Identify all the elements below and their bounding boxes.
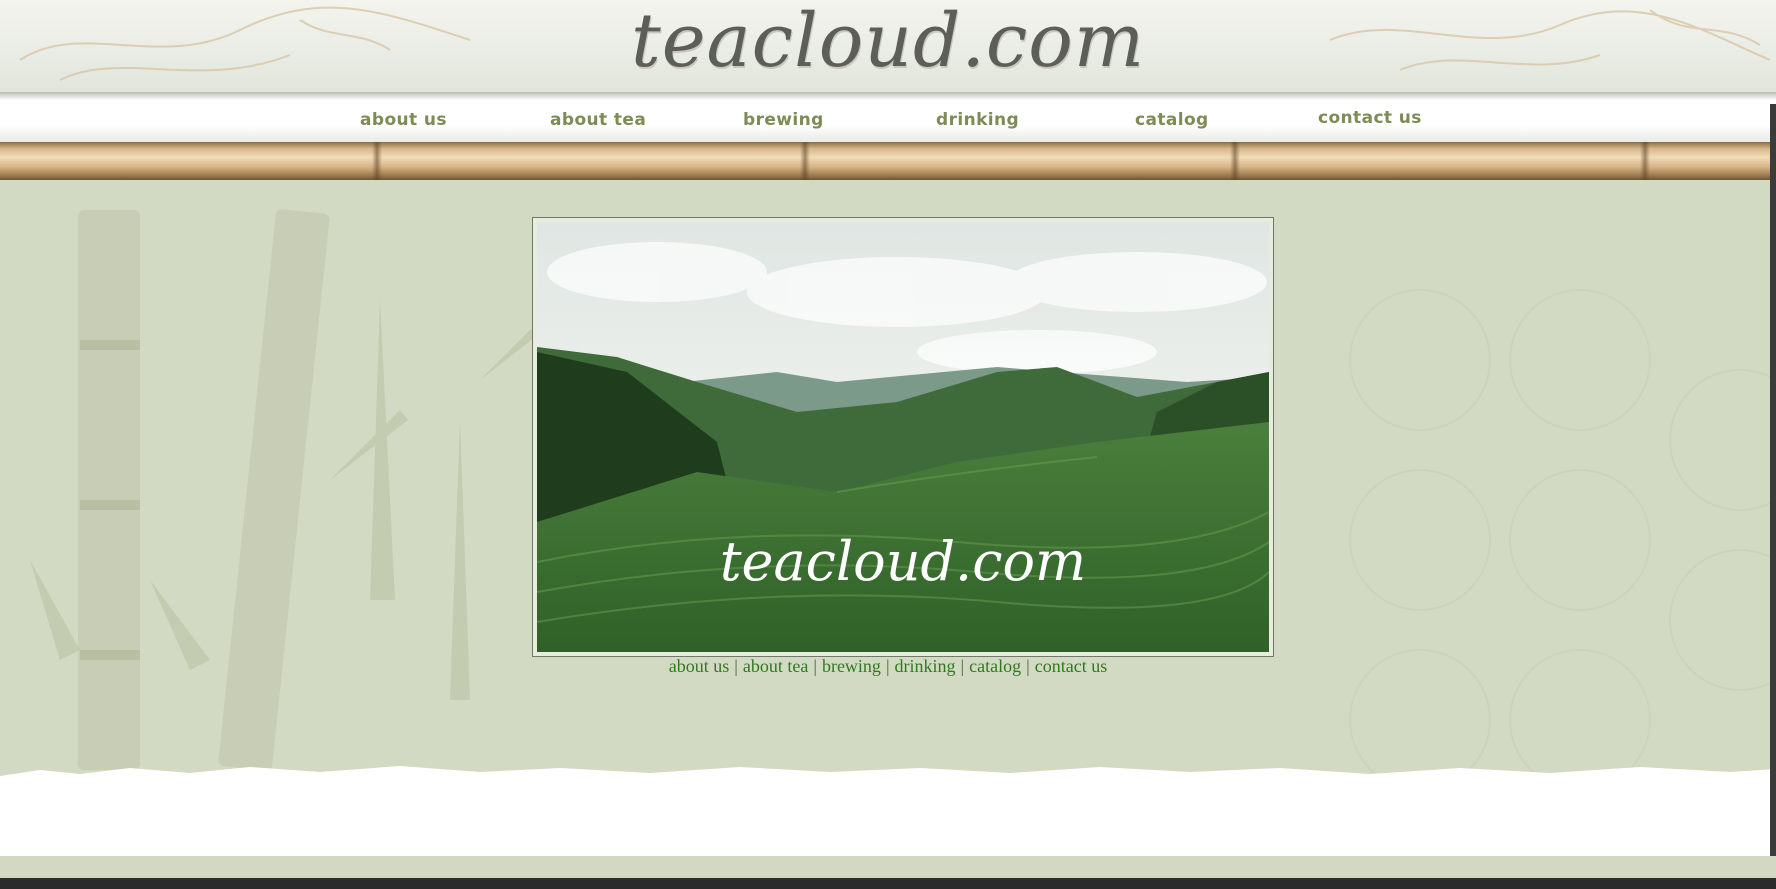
nav-catalog[interactable]: catalog bbox=[1135, 110, 1209, 130]
content-footer-area bbox=[0, 776, 1776, 856]
photo-caption: teacloud.com bbox=[720, 530, 1086, 593]
bamboo-divider bbox=[0, 142, 1776, 180]
text-link-brewing[interactable]: brewing bbox=[822, 656, 881, 676]
text-link-drinking[interactable]: drinking bbox=[895, 656, 956, 676]
text-link-catalog[interactable]: catalog bbox=[969, 656, 1021, 676]
text-link-contact-us[interactable]: contact us bbox=[1035, 656, 1107, 676]
text-links: about us | about tea | brewing | drinking | cata… bbox=[668, 656, 1108, 676]
tea-plantation-photo[interactable]: teacloud.com bbox=[537, 222, 1269, 652]
footer-strip bbox=[0, 856, 1776, 878]
nav-contact-us[interactable]: contact us bbox=[1318, 108, 1422, 128]
bottom-bar bbox=[0, 878, 1776, 889]
window-edge bbox=[1770, 104, 1776, 856]
text-link-about-us[interactable]: about us bbox=[669, 656, 730, 676]
nav-about-us[interactable]: about us bbox=[360, 110, 447, 130]
site-header: teacloud.com bbox=[0, 0, 1776, 100]
text-link-about-tea[interactable]: about tea bbox=[743, 656, 808, 676]
nav-drinking[interactable]: drinking bbox=[936, 110, 1019, 130]
main-nav: about us about tea brewing drinking cata… bbox=[0, 100, 1776, 142]
header-divider bbox=[0, 92, 1776, 100]
hero-photo-frame: teacloud.com bbox=[532, 217, 1274, 657]
site-logo[interactable]: teacloud.com bbox=[0, 0, 1776, 84]
nav-about-tea[interactable]: about tea bbox=[550, 110, 646, 130]
nav-brewing[interactable]: brewing bbox=[743, 110, 824, 130]
